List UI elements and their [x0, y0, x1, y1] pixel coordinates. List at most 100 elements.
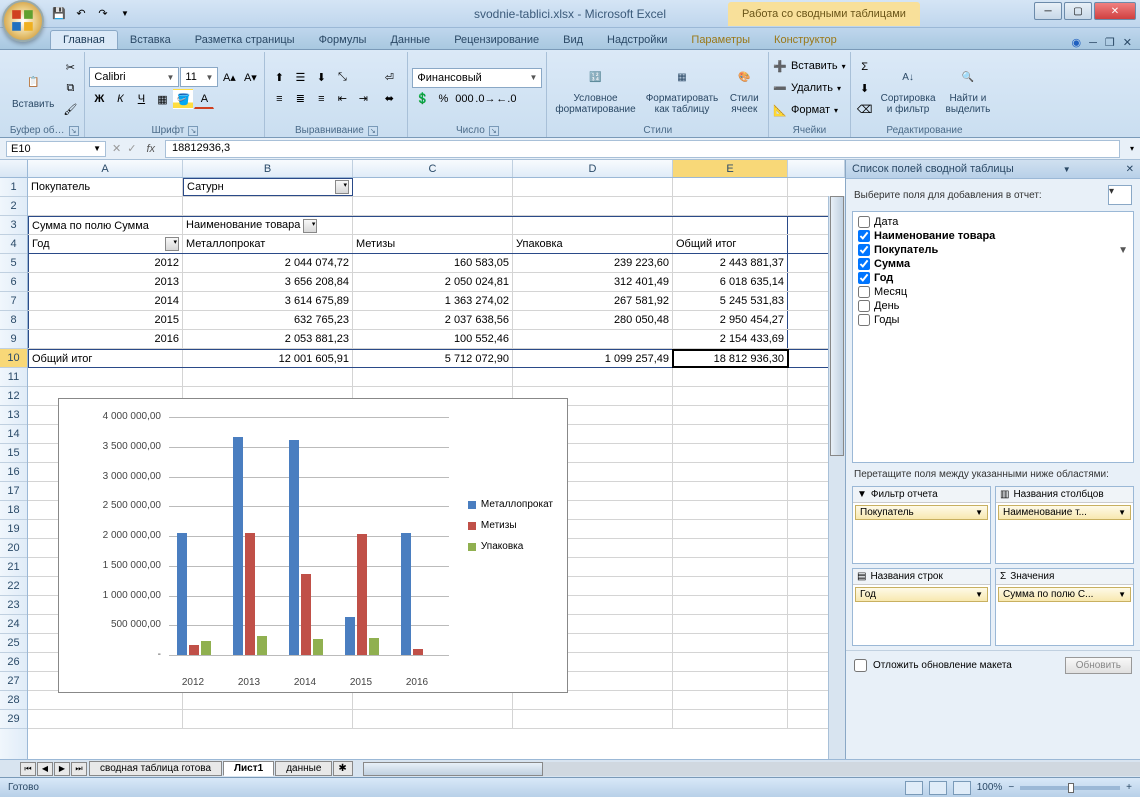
cell[interactable] [353, 197, 513, 215]
enter-formula-icon[interactable]: ✓ [127, 142, 136, 155]
zone-item[interactable]: Год▼ [855, 587, 988, 602]
cell[interactable] [183, 368, 353, 386]
row-header[interactable]: 17 [0, 482, 27, 501]
close-field-list-icon[interactable]: ✕ [1126, 164, 1134, 175]
pivot-filter-cell[interactable]: Сатурн [183, 178, 353, 196]
cell[interactable] [673, 615, 788, 633]
zone-report-filter[interactable]: ▼Фильтр отчета Покупатель▼ [852, 486, 991, 564]
cell[interactable]: 1 363 274,02 [353, 292, 513, 310]
fx-icon[interactable]: fx [142, 143, 159, 155]
cell[interactable]: 5 712 072,90 [353, 350, 513, 367]
new-sheet-icon[interactable]: ✱ [333, 761, 353, 776]
restore-window-icon[interactable]: ❐ [1105, 36, 1115, 49]
row-header[interactable]: 29 [0, 710, 27, 729]
cell[interactable]: 100 552,46 [353, 330, 513, 348]
row-header[interactable]: 26 [0, 653, 27, 672]
cell[interactable] [353, 178, 513, 196]
cell[interactable]: 2 950 454,27 [673, 311, 788, 329]
cell[interactable] [673, 539, 788, 557]
row-header[interactable]: 20 [0, 539, 27, 558]
cell[interactable]: 2 154 433,69 [673, 330, 788, 348]
cell[interactable]: Металлопрокат [183, 235, 353, 253]
field-checkbox[interactable] [858, 314, 870, 326]
font-color-icon[interactable]: A [194, 89, 214, 109]
save-icon[interactable]: 💾 [50, 5, 68, 23]
name-box[interactable]: E10▼ [6, 141, 106, 157]
cell[interactable] [673, 501, 788, 519]
align-bottom-icon[interactable]: ⬇ [311, 68, 331, 88]
align-middle-icon[interactable]: ☰ [290, 68, 310, 88]
row-header[interactable]: 25 [0, 634, 27, 653]
clipboard-launcher[interactable]: ↘ [69, 126, 79, 136]
first-sheet-icon[interactable]: ⏮ [20, 762, 36, 776]
tab-addins[interactable]: Надстройки [595, 31, 679, 49]
row-header[interactable]: 16 [0, 463, 27, 482]
prev-sheet-icon[interactable]: ◀ [37, 762, 53, 776]
delete-cells-label[interactable]: Удалить [791, 82, 833, 94]
row-header[interactable]: 13 [0, 406, 27, 425]
tab-page-layout[interactable]: Разметка страницы [183, 31, 307, 49]
align-left-icon[interactable]: ≡ [269, 89, 289, 109]
close-button[interactable]: ✕ [1094, 2, 1136, 20]
format-as-table-button[interactable]: ▦Форматировать как таблицу [642, 59, 723, 117]
cell[interactable] [673, 672, 788, 690]
close-workbook-icon[interactable]: ✕ [1123, 36, 1132, 49]
horizontal-scrollbar[interactable] [363, 762, 1140, 776]
conditional-formatting-button[interactable]: 🔢Условное форматирование [551, 59, 639, 117]
format-cells-label[interactable]: Формат [791, 104, 830, 116]
number-launcher[interactable]: ↘ [489, 126, 499, 136]
pivot-column-header[interactable]: Наименование товара [183, 217, 353, 234]
find-select-button[interactable]: 🔍Найти и выделить [942, 59, 995, 117]
zone-values[interactable]: ΣЗначения Сумма по полю С...▼ [995, 568, 1134, 646]
cell[interactable]: 2014 [28, 292, 183, 310]
cell[interactable]: 2 443 881,37 [673, 254, 788, 272]
minimize-ribbon-icon[interactable]: ─ [1089, 37, 1097, 49]
maximize-button[interactable]: ▢ [1064, 2, 1092, 20]
row-header[interactable]: 28 [0, 691, 27, 710]
cell[interactable] [673, 463, 788, 481]
row-header[interactable]: 15 [0, 444, 27, 463]
number-format-combo[interactable]: Финансовый▼ [412, 68, 542, 88]
field-list-dropdown-icon[interactable]: ▼ [1063, 165, 1071, 174]
embedded-chart[interactable]: -500 000,001 000 000,001 500 000,002 000… [58, 398, 568, 693]
delete-cells-icon[interactable]: ➖ [773, 82, 787, 95]
wrap-text-icon[interactable]: ⏎ [375, 68, 403, 88]
cell[interactable] [353, 217, 513, 234]
filter-dropdown-icon[interactable] [303, 219, 317, 233]
cell[interactable] [183, 691, 353, 709]
cell[interactable]: 1 099 257,49 [513, 350, 673, 367]
layout-options-button[interactable]: ▾ [1108, 185, 1132, 205]
cell[interactable]: Покупатель [28, 178, 183, 196]
insert-cells-label[interactable]: Вставить [791, 60, 838, 72]
tab-data[interactable]: Данные [378, 31, 442, 49]
font-launcher[interactable]: ↘ [188, 126, 198, 136]
zoom-level[interactable]: 100% [977, 782, 1003, 793]
cell[interactable] [673, 710, 788, 728]
field-item[interactable]: Наименование товара [856, 229, 1130, 243]
increase-decimal-icon[interactable]: .0→ [475, 89, 495, 109]
field-item[interactable]: Сумма [856, 257, 1130, 271]
page-break-view-icon[interactable] [953, 781, 971, 795]
col-header-d[interactable]: D [513, 160, 673, 177]
col-header-c[interactable]: C [353, 160, 513, 177]
cancel-formula-icon[interactable]: ✕ [112, 142, 121, 155]
cell[interactable] [28, 691, 183, 709]
undo-icon[interactable]: ↶ [72, 5, 90, 23]
redo-icon[interactable]: ↷ [94, 5, 112, 23]
row-header[interactable]: 11 [0, 368, 27, 387]
cell[interactable]: 3 614 675,89 [183, 292, 353, 310]
format-cells-icon[interactable]: 📐 [773, 104, 787, 117]
row-header[interactable]: 12 [0, 387, 27, 406]
cell[interactable]: Метизы [353, 235, 513, 253]
qat-dropdown-icon[interactable]: ▼ [116, 5, 134, 23]
row-header[interactable]: 19 [0, 520, 27, 539]
sort-filter-button[interactable]: A↓Сортировка и фильтр [877, 59, 940, 117]
cell[interactable] [513, 178, 673, 196]
cell[interactable] [673, 520, 788, 538]
row-header[interactable]: 27 [0, 672, 27, 691]
field-item[interactable]: Дата [856, 215, 1130, 229]
cell[interactable]: 239 223,60 [513, 254, 673, 272]
sheet-tab[interactable]: сводная таблица готова [89, 761, 222, 776]
currency-icon[interactable]: 💲 [412, 89, 432, 109]
grow-font-icon[interactable]: A▴ [219, 67, 239, 87]
